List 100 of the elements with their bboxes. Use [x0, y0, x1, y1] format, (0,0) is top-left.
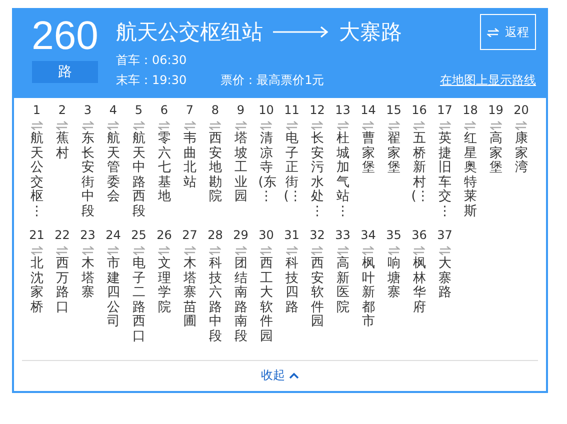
- stop-name[interactable]: 文理学院: [156, 257, 172, 315]
- stop-number: 4: [109, 102, 118, 118]
- stop-name[interactable]: 电子二路西口: [130, 257, 147, 344]
- swap-icon: [336, 121, 349, 130]
- stop-name[interactable]: 航天中路西段: [130, 132, 147, 219]
- stop-name[interactable]: 市建四公司: [105, 257, 122, 330]
- stop-name[interactable]: 英捷旧车交⋮: [436, 132, 453, 219]
- swap-icon: [260, 246, 272, 255]
- stop-number: 26: [156, 227, 172, 243]
- stop-name[interactable]: 航天公交枢⋮: [28, 132, 45, 219]
- swap-icon: [184, 246, 196, 255]
- stop-number: 21: [29, 227, 44, 243]
- swap-icon: [158, 246, 170, 255]
- stop-number: 5: [134, 102, 143, 118]
- stop-number: 37: [437, 227, 452, 243]
- stop-name[interactable]: 响塘寨: [386, 257, 402, 300]
- stop-number: 10: [258, 102, 274, 118]
- stop-number: 24: [106, 227, 121, 243]
- stop-number: 19: [488, 102, 504, 118]
- stop-name[interactable]: 零六七基地: [156, 132, 172, 204]
- route-unit: 路: [32, 61, 98, 83]
- stop-number: 32: [310, 227, 325, 243]
- stop-name[interactable]: 航天管委会: [105, 132, 122, 204]
- swap-icon: [209, 246, 222, 255]
- stop-name[interactable]: 科技四路: [284, 257, 300, 315]
- stop-name[interactable]: 西安软件园: [309, 257, 326, 330]
- swap-icon: [438, 246, 451, 255]
- stop-number: 13: [335, 102, 350, 118]
- stop-name[interactable]: 蕉村: [54, 132, 70, 161]
- swap-icon: [388, 246, 400, 255]
- swap-icon: [362, 121, 374, 130]
- stop-number: 7: [186, 102, 194, 118]
- swap-icon: [184, 121, 196, 130]
- swap-icon: [260, 121, 272, 130]
- swap-icon: [234, 121, 247, 130]
- stop-name[interactable]: 西工大软件园: [258, 257, 274, 344]
- swap-icon: [413, 121, 426, 130]
- stop-number: 8: [211, 102, 220, 118]
- stop-name[interactable]: 康家湾: [513, 132, 530, 176]
- stop-number: 30: [258, 227, 274, 243]
- stop-number: 6: [160, 102, 168, 118]
- swap-icon: [286, 121, 298, 130]
- swap-icon: [311, 246, 324, 255]
- stop-name[interactable]: 枫叶新都市: [360, 257, 376, 330]
- swap-icon: [464, 121, 476, 130]
- stop-name[interactable]: 科技六路中段: [207, 257, 224, 344]
- stop-name[interactable]: 红星奥特莱斯: [462, 132, 478, 219]
- stop-name[interactable]: 清凉寺(东⋮: [258, 132, 274, 204]
- stop-name[interactable]: 西万路口: [54, 257, 70, 315]
- swap-icon: [158, 121, 170, 130]
- stop-number: 34: [360, 227, 376, 243]
- collapse-button[interactable]: 收起: [261, 367, 299, 384]
- swap-icon: [286, 246, 298, 255]
- stop-name[interactable]: 五桥新村(⋮: [411, 132, 428, 204]
- swap-icon: [107, 121, 120, 130]
- stop-number: 33: [335, 227, 350, 243]
- stop-name[interactable]: 电子正街(⋮: [284, 132, 300, 204]
- stop-name[interactable]: 长安污水处⋮: [309, 132, 326, 219]
- last-bus-time: 末车：19:30: [116, 72, 187, 89]
- swap-icon: [515, 121, 528, 130]
- stop-name[interactable]: 木塔寨苗圃: [182, 257, 198, 330]
- swap-icon: [132, 246, 145, 255]
- stop-name[interactable]: 翟家堡: [386, 132, 402, 176]
- swap-icon: [82, 121, 94, 130]
- stop-number: 15: [386, 102, 402, 118]
- chevron-up-icon: [289, 372, 299, 379]
- stop-number: 29: [233, 227, 248, 243]
- stop-name[interactable]: 大寨路: [436, 257, 453, 300]
- stop-name[interactable]: 木塔寨: [80, 257, 96, 300]
- stop-number: 22: [54, 227, 70, 243]
- stop-number: 16: [412, 102, 427, 118]
- swap-icon: [311, 121, 324, 130]
- stop-name[interactable]: 高家堡: [488, 132, 504, 176]
- swap-icon: [336, 246, 349, 255]
- stop-name[interactable]: 北沈家桥: [28, 257, 45, 315]
- stop-number: 2: [58, 102, 66, 118]
- swap-icon: [56, 246, 68, 255]
- stop-name[interactable]: 高新医院: [334, 257, 351, 315]
- stop-name[interactable]: 杜城加气站⋮: [334, 132, 351, 219]
- stop-name[interactable]: 枫林华府: [411, 257, 428, 315]
- swap-icon: [56, 121, 68, 130]
- stop-name[interactable]: 韦曲北站: [182, 132, 198, 190]
- stop-name[interactable]: 西安地勘院: [207, 132, 224, 204]
- stop-name[interactable]: 曹家堡: [360, 132, 376, 176]
- stop-name[interactable]: 团结南路南段: [232, 257, 249, 344]
- swap-icon: [362, 246, 374, 255]
- stop-number: 1: [32, 102, 41, 118]
- stop-number: 25: [131, 227, 146, 243]
- stop-name[interactable]: 塔坡工业园: [232, 132, 249, 204]
- stop-number: 27: [182, 227, 198, 243]
- stop-name[interactable]: 东长安街中段: [80, 132, 96, 219]
- first-bus-time: 首车：06:30: [116, 52, 188, 69]
- stop-number: 18: [462, 102, 478, 118]
- stop-number: 9: [236, 102, 245, 118]
- swap-icon: [438, 121, 451, 130]
- swap-icon: [30, 121, 43, 130]
- swap-icon: [490, 121, 502, 130]
- stop-number: 35: [386, 227, 402, 243]
- origin-stop: 航天公交枢纽站: [116, 19, 263, 46]
- stop-number: 14: [360, 102, 376, 118]
